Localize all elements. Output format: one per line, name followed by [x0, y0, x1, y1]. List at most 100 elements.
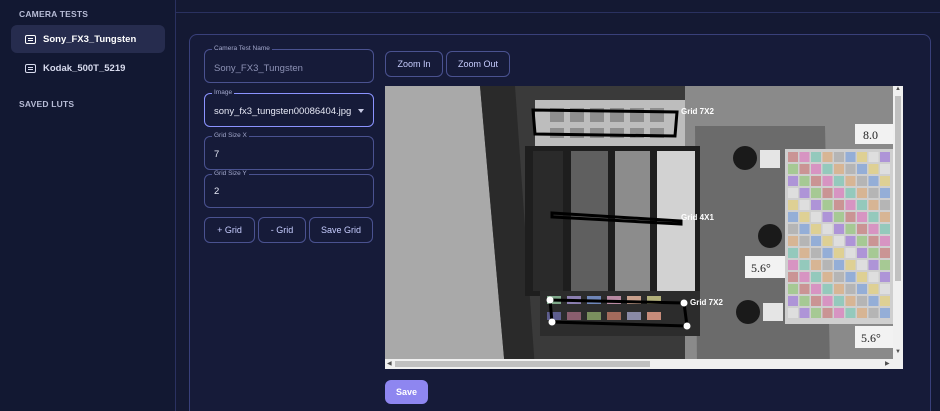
grid-handle[interactable] [683, 322, 691, 330]
camera-test-name-value: Sony_FX3_Tungsten [214, 63, 303, 74]
zoom-out-button[interactable]: Zoom Out [446, 51, 510, 77]
checker-swatch [788, 284, 798, 294]
checker-swatch [845, 224, 856, 234]
scroll-right-icon[interactable]: ▶ [885, 360, 890, 367]
checker-swatch [811, 212, 821, 222]
checker-swatch [845, 152, 856, 162]
vertical-scroll-thumb[interactable] [895, 96, 901, 281]
checker-swatch [788, 176, 798, 186]
horizontal-scroll-thumb[interactable] [395, 361, 650, 367]
checker-swatch [811, 164, 821, 174]
checker-swatch [799, 212, 810, 222]
checker-swatch [857, 308, 867, 318]
checker-swatch [822, 200, 833, 210]
checker-swatch [845, 236, 856, 246]
checker-swatch [788, 188, 798, 198]
sidebar-item-sony-fx3-tungsten[interactable]: Sony_FX3_Tungsten [11, 25, 165, 53]
add-grid-button[interactable]: + Grid [204, 217, 255, 243]
message-icon [25, 63, 36, 73]
checker-swatch [799, 188, 810, 198]
checker-swatch [857, 224, 867, 234]
grid-label-middle: Grid 4X1 [681, 213, 714, 222]
checker-swatch [811, 188, 821, 198]
checker-swatch [880, 152, 890, 162]
checker-swatch [834, 176, 844, 186]
remove-grid-button[interactable]: - Grid [258, 217, 306, 243]
checker-swatch [799, 164, 810, 174]
checker-swatch [799, 260, 810, 270]
checker-swatch [822, 164, 833, 174]
checker-swatch [880, 188, 890, 198]
camera-test-photo: 8.0 5.6° 5.6° Grid 7X2 Grid 4X1 Grid 7X2 [385, 86, 903, 369]
save-button[interactable]: Save [385, 380, 428, 404]
sidebar-item-kodak-500t-5219[interactable]: Kodak_500T_5219 [11, 54, 165, 82]
checker-swatch [834, 308, 844, 318]
checker-swatch [822, 260, 833, 270]
checker-swatch [811, 296, 821, 306]
checker-swatch [857, 176, 867, 186]
checker-swatch [868, 308, 879, 318]
checker-swatch [799, 176, 810, 186]
checker-swatch [834, 284, 844, 294]
checker-swatch [788, 308, 798, 318]
checker-swatch [811, 236, 821, 246]
checker-swatch [857, 236, 867, 246]
scroll-left-icon[interactable]: ◀ [387, 360, 392, 367]
checker-swatch [845, 296, 856, 306]
vertical-scrollbar[interactable]: ▲ ▼ [893, 86, 903, 359]
image-select[interactable]: Image sony_fx3_tungsten00086404.jpg [204, 89, 374, 127]
checker-swatch [799, 272, 810, 282]
checker-swatch [811, 248, 821, 258]
checker-swatch [799, 248, 810, 258]
grid-size-x-field[interactable]: Grid Size X 7 [204, 132, 374, 170]
zoom-in-button[interactable]: Zoom In [385, 51, 443, 77]
checker-swatch [868, 284, 879, 294]
camera-test-name-field[interactable]: Camera Test Name Sony_FX3_Tungsten [204, 45, 374, 83]
save-grid-button[interactable]: Save Grid [309, 217, 373, 243]
checker-swatch [811, 272, 821, 282]
checker-swatch [868, 236, 879, 246]
checker-swatch [822, 212, 833, 222]
checker-swatch [880, 260, 890, 270]
grid-size-y-value: 2 [214, 186, 220, 197]
checker-swatch [799, 284, 810, 294]
scroll-up-icon[interactable]: ▲ [895, 86, 901, 92]
grid-handle[interactable] [548, 318, 556, 326]
checker-swatch [834, 272, 844, 282]
image-select-value: sony_fx3_tungsten00086404.jpg [214, 106, 352, 117]
image-canvas[interactable]: 8.0 5.6° 5.6° Grid 7X2 Grid 4X1 Grid 7X2 [385, 86, 903, 369]
checker-swatch [868, 260, 879, 270]
checker-swatch [845, 284, 856, 294]
grid-label-top: Grid 7X2 [681, 107, 714, 116]
grid-handle[interactable] [546, 296, 554, 304]
checker-swatch [845, 260, 856, 270]
chevron-down-icon[interactable] [358, 109, 364, 113]
note-56-a: 5.6° [751, 261, 771, 275]
checker-swatch [868, 212, 879, 222]
checker-swatch [834, 200, 844, 210]
checker-swatch [834, 260, 844, 270]
image-select-label: Image [212, 89, 235, 96]
checker-swatch [788, 272, 798, 282]
grid-label-bottom: Grid 7X2 [690, 298, 723, 307]
grid-size-y-label: Grid Size Y [212, 170, 249, 177]
scroll-down-icon[interactable]: ▼ [895, 349, 901, 355]
checker-swatch [788, 200, 798, 210]
checker-swatch [868, 200, 879, 210]
checker-swatch [834, 236, 844, 246]
checker-swatch [857, 296, 867, 306]
checker-swatch [880, 224, 890, 234]
grid-handle[interactable] [680, 299, 688, 307]
checker-swatch [834, 296, 844, 306]
grid-size-y-field[interactable]: Grid Size Y 2 [204, 170, 374, 208]
checker-swatch [788, 236, 798, 246]
checker-swatch [868, 272, 879, 282]
sidebar: CAMERA TESTS Sony_FX3_Tungsten Kodak_500… [0, 0, 176, 411]
checker-swatch [788, 224, 798, 234]
checker-swatch [845, 188, 856, 198]
horizontal-scrollbar[interactable]: ◀ ▶ [385, 359, 903, 369]
checker-swatch [788, 260, 798, 270]
checker-swatch [788, 164, 798, 174]
checker-swatch [788, 296, 798, 306]
checker-swatch [834, 212, 844, 222]
